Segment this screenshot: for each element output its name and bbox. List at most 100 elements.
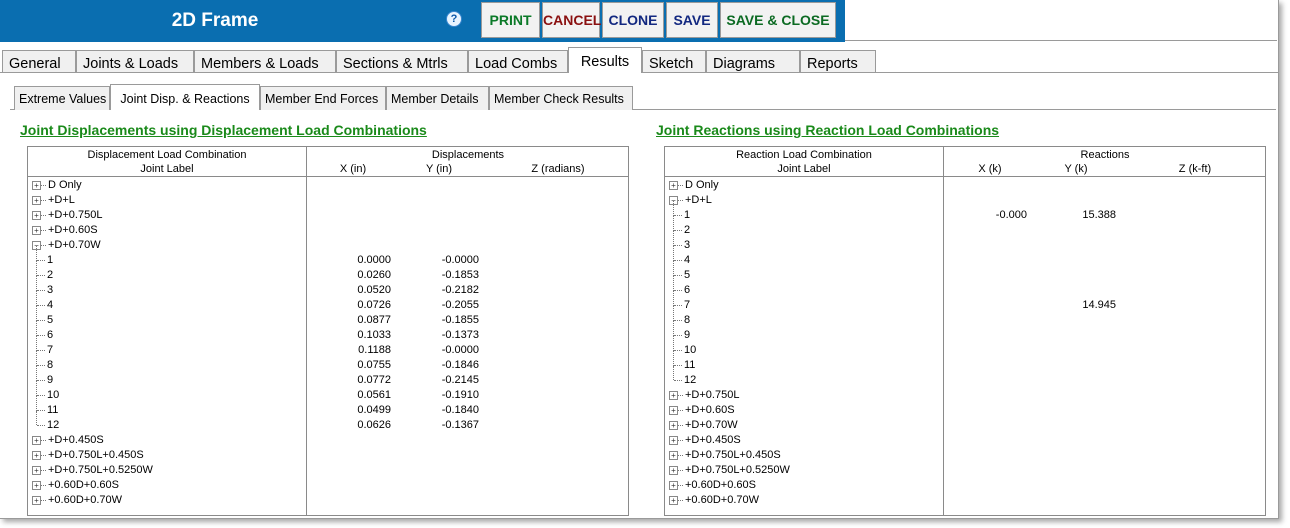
load-combination-row[interactable]: − +D+L <box>665 193 943 208</box>
expand-icon[interactable]: + <box>669 436 678 445</box>
joint-row[interactable]: 11 <box>28 396 306 418</box>
tree-connector <box>673 246 675 261</box>
tree-connector <box>678 470 683 472</box>
expand-icon[interactable]: + <box>669 181 678 190</box>
value-x: 0.1188 <box>358 344 391 356</box>
load-combination-row[interactable]: + +D+L <box>28 193 306 208</box>
joint-row[interactable]: 9 <box>665 321 943 343</box>
expand-icon[interactable]: + <box>669 466 678 475</box>
joint-row[interactable]: 4 <box>28 291 306 313</box>
load-combination-row[interactable]: + +D+0.450S <box>665 433 943 448</box>
joint-row[interactable]: 11 <box>665 351 943 373</box>
joint-row[interactable]: 5 <box>28 306 306 328</box>
expand-icon[interactable]: + <box>32 196 41 205</box>
joint-label: 7 <box>47 344 54 356</box>
save-and-close-button[interactable]: SAVE & CLOSE <box>720 2 836 38</box>
tab-reports[interactable]: Reports <box>800 50 876 72</box>
joint-label: 1 <box>684 209 691 221</box>
joint-row[interactable]: 3 <box>28 276 306 298</box>
joint-row[interactable]: 8 <box>28 351 306 373</box>
tree-connector <box>673 351 675 366</box>
expand-icon[interactable]: + <box>32 496 41 505</box>
load-combination-label: +D+0.750L <box>48 209 103 221</box>
tab-load-combs[interactable]: Load Combs <box>468 50 568 72</box>
title-bar: 2D Frame ? PRINT CANCEL CLONE SAVE SAVE … <box>0 0 845 42</box>
joint-row[interactable]: 5 <box>665 261 943 283</box>
subtab-member-check-results[interactable]: Member Check Results <box>489 86 633 110</box>
joint-row[interactable]: 3 <box>665 231 943 253</box>
tab-members-loads[interactable]: Members & Loads <box>194 50 336 72</box>
expand-icon[interactable]: + <box>669 391 678 400</box>
joint-row[interactable]: 4 <box>665 246 943 268</box>
joint-row[interactable]: 10 <box>665 336 943 358</box>
save-button[interactable]: SAVE <box>666 2 718 38</box>
joint-row[interactable]: 12 <box>665 366 943 388</box>
expand-icon[interactable]: + <box>669 406 678 415</box>
tree-connector <box>674 230 682 232</box>
expand-icon[interactable]: + <box>32 226 41 235</box>
expand-icon[interactable]: + <box>32 181 41 190</box>
load-combination-row[interactable]: − +D+0.70W <box>28 238 306 253</box>
subtab-member-details[interactable]: Member Details <box>386 86 489 110</box>
tab-diagrams[interactable]: Diagrams <box>706 50 800 72</box>
displacements-grid[interactable]: Displacement Load Combination Joint Labe… <box>27 146 629 516</box>
load-combination-row[interactable]: + +0.60D+0.70W <box>665 493 943 508</box>
clone-button[interactable]: CLONE <box>602 2 664 38</box>
load-combination-row[interactable]: + +0.60D+0.60S <box>28 478 306 493</box>
load-combination-row[interactable]: + +D+0.750L+0.450S <box>665 448 943 463</box>
tab-sections-mtrls[interactable]: Sections & Mtrls <box>336 50 468 72</box>
expand-icon[interactable]: + <box>669 421 678 430</box>
expand-icon[interactable]: + <box>32 481 41 490</box>
load-combination-row[interactable]: + +D+0.750L+0.5250W <box>28 463 306 478</box>
tab-results[interactable]: Results <box>568 47 642 73</box>
tab-sketch[interactable]: Sketch <box>642 50 706 72</box>
joint-row[interactable]: 12 <box>28 411 306 433</box>
subtab-extreme-values[interactable]: Extreme Values <box>14 86 110 110</box>
expand-icon[interactable]: + <box>669 496 678 505</box>
load-combination-row[interactable]: + +D+0.750L+0.450S <box>28 448 306 463</box>
expand-icon[interactable]: + <box>32 466 41 475</box>
expand-icon[interactable]: + <box>32 451 41 460</box>
reactions-grid[interactable]: Reaction Load Combination Joint Label Re… <box>664 146 1266 516</box>
joint-label: 10 <box>47 389 60 401</box>
joint-row[interactable]: 7 <box>28 336 306 358</box>
load-combination-label: +0.60D+0.70W <box>685 494 759 506</box>
subtab-joint-disp-reactions[interactable]: Joint Disp. & Reactions <box>110 84 260 110</box>
cancel-button[interactable]: CANCEL <box>542 2 601 38</box>
load-combination-row[interactable]: + D Only <box>28 178 306 193</box>
load-combination-row[interactable]: + +D+0.750L+0.5250W <box>665 463 943 478</box>
joint-row[interactable]: 6 <box>665 276 943 298</box>
load-combination-row[interactable]: + +0.60D+0.70W <box>28 493 306 508</box>
help-icon[interactable]: ? <box>446 11 462 27</box>
tab-general[interactable]: General <box>2 50 76 72</box>
joint-row[interactable]: 6 <box>28 321 306 343</box>
value-x: 0.0000 <box>357 254 391 266</box>
load-combination-row[interactable]: + +D+0.70W <box>665 418 943 433</box>
expand-icon[interactable]: + <box>32 211 41 220</box>
load-combination-row[interactable]: + +D+0.60S <box>665 403 943 418</box>
load-combination-row[interactable]: + +D+0.750L <box>665 388 943 403</box>
joint-row[interactable]: 10 <box>28 381 306 403</box>
expand-icon[interactable]: + <box>32 436 41 445</box>
joint-row[interactable]: 8 <box>665 306 943 328</box>
tree-connector <box>37 365 45 367</box>
joint-row[interactable]: 2 <box>665 216 943 238</box>
joint-row[interactable]: 9 <box>28 366 306 388</box>
load-combination-row[interactable]: + +D+0.450S <box>28 433 306 448</box>
subtab-member-end-forces[interactable]: Member End Forces <box>260 86 386 110</box>
expand-icon[interactable]: + <box>669 451 678 460</box>
joint-row[interactable]: 7 <box>665 291 943 313</box>
tab-joints-loads[interactable]: Joints & Loads <box>76 50 194 72</box>
joint-row[interactable]: 1 <box>28 246 306 268</box>
tree-connector <box>678 485 683 487</box>
expand-icon[interactable]: + <box>669 481 678 490</box>
load-combination-row[interactable]: + +D+0.60S <box>28 223 306 238</box>
joint-row[interactable]: 2 <box>28 261 306 283</box>
joint-row[interactable]: 1 <box>665 201 943 223</box>
load-combination-label: +0.60D+0.70W <box>48 494 122 506</box>
load-combination-row[interactable]: + D Only <box>665 178 943 193</box>
print-button[interactable]: PRINT <box>481 2 540 38</box>
tree-connector <box>36 261 38 276</box>
load-combination-row[interactable]: + +0.60D+0.60S <box>665 478 943 493</box>
load-combination-row[interactable]: + +D+0.750L <box>28 208 306 223</box>
